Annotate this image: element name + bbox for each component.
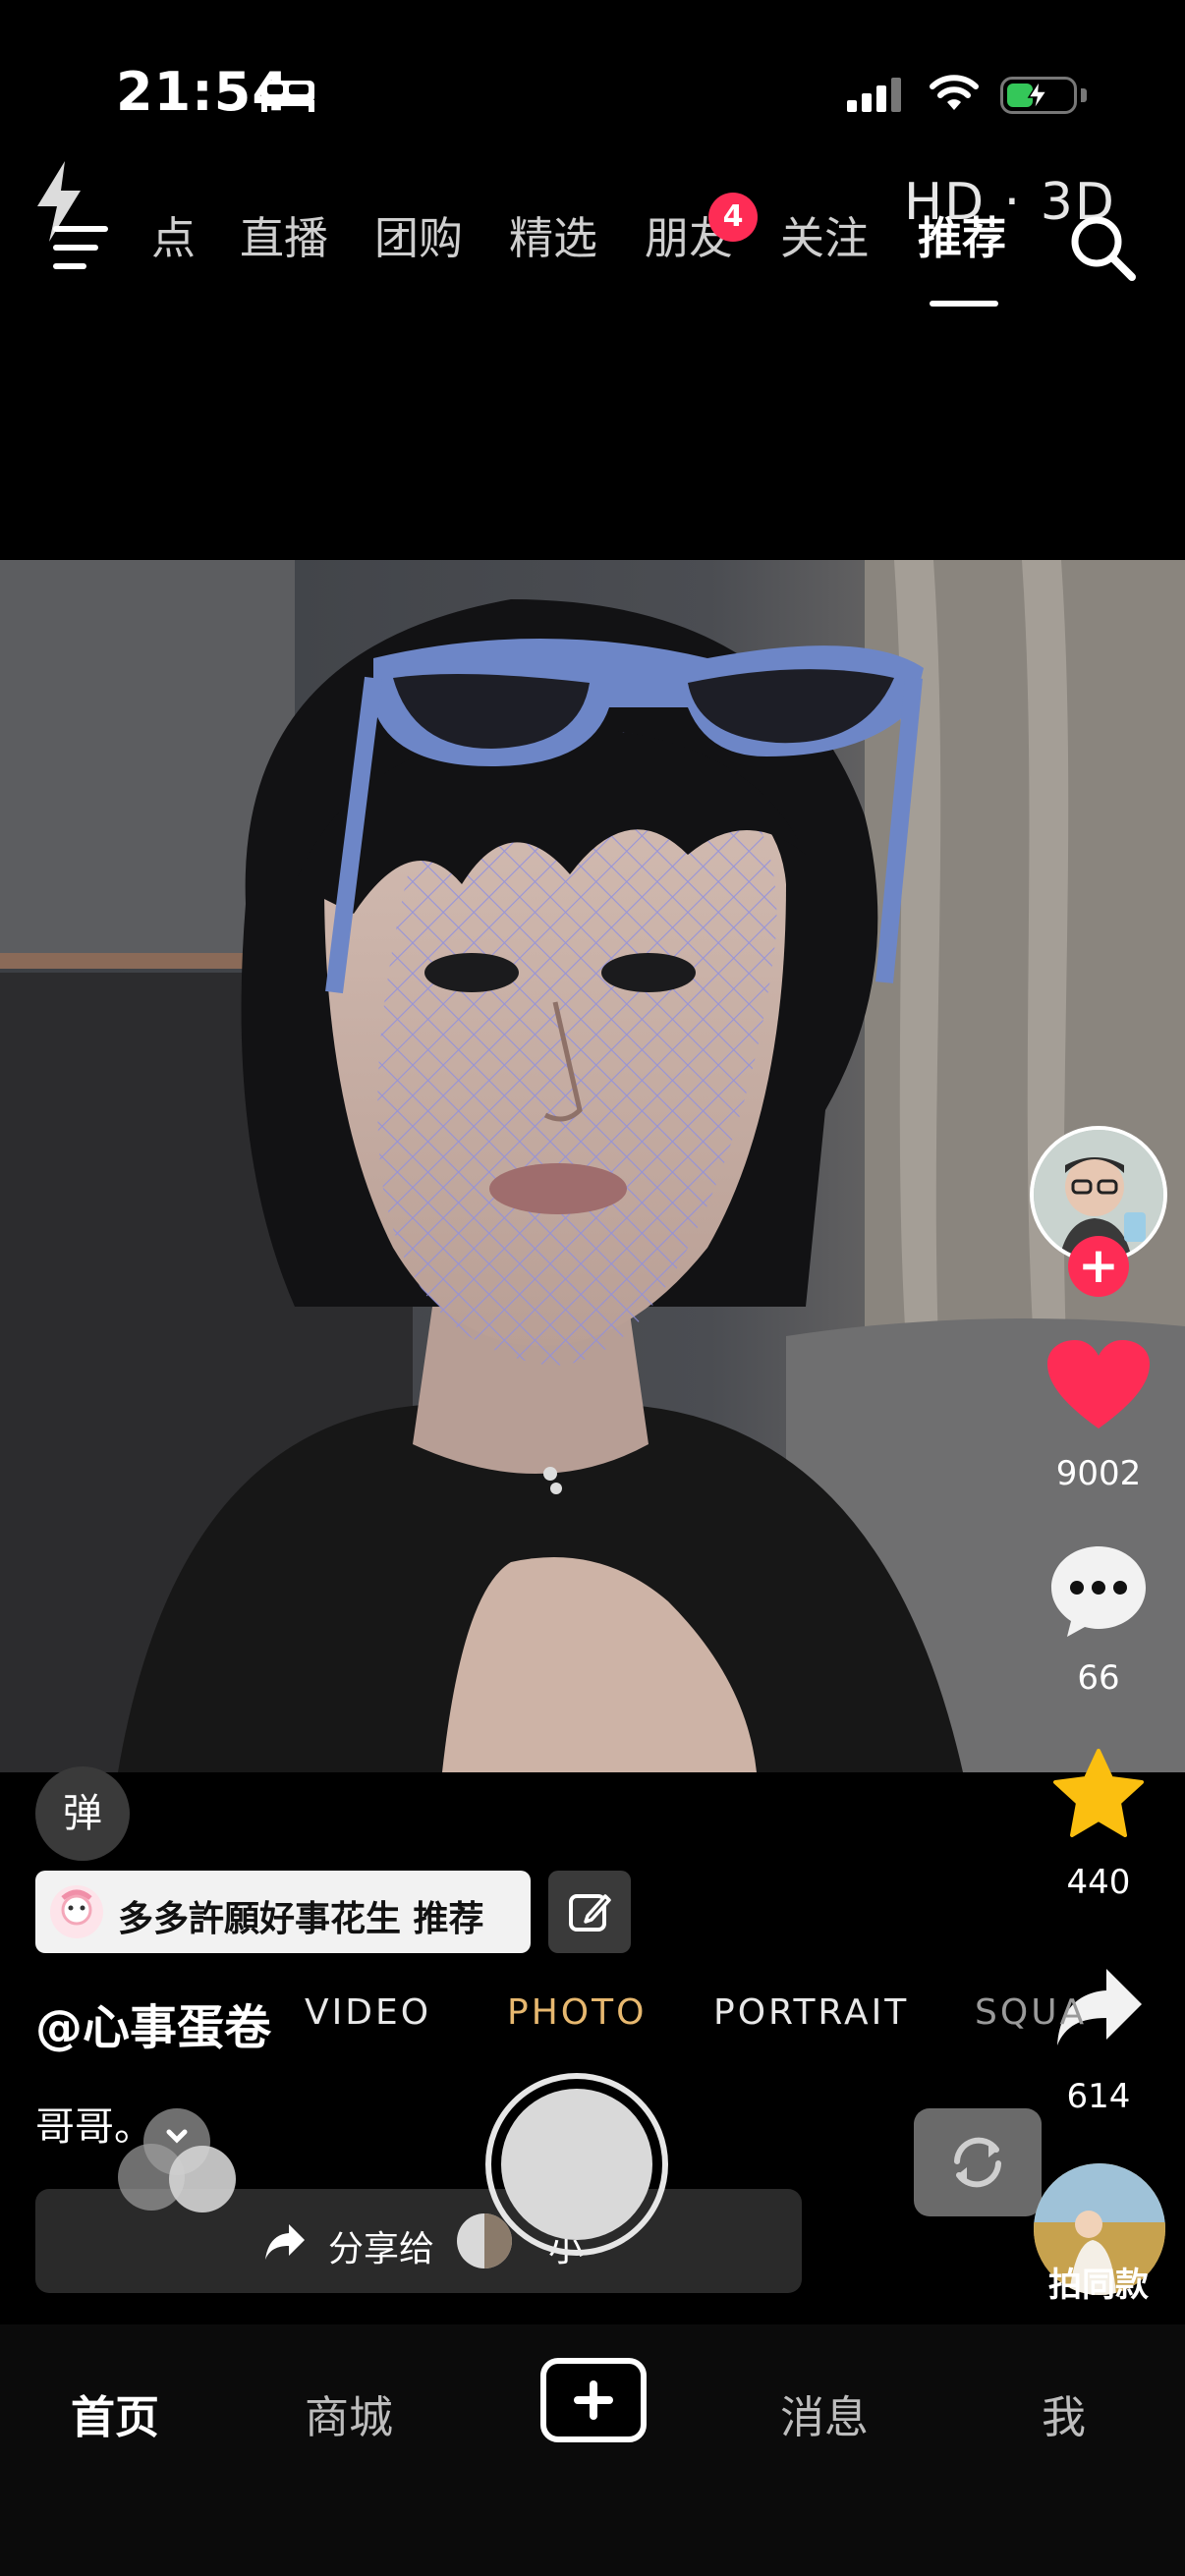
wifi-icon [930,75,979,110]
nav-home[interactable]: 首页 [71,2381,159,2445]
author-name[interactable]: @心事蛋卷 [35,1988,271,2057]
camera-mode-photo[interactable]: PHOTO [507,1992,647,2033]
recommend-tag-text: 多多許願好事花生 推荐 [118,1899,484,1939]
nav-mall[interactable]: 商城 [305,2381,393,2445]
flip-camera-button[interactable] [914,2108,1042,2216]
battery-tip [1081,88,1087,102]
create-post-button[interactable] [540,2358,647,2442]
post-photo[interactable] [0,560,1185,1772]
share-label: 分享给 [328,2229,435,2269]
same-style-label[interactable]: 拍同款 [1012,2258,1185,2306]
favorite-count: 440 [1066,1863,1131,1902]
nav-messages[interactable]: 消息 [780,2381,869,2445]
tag-avatar-icon [50,1885,103,1938]
danmu-toggle-button[interactable]: 弹 [35,1766,130,1861]
edit-pencil-icon [569,1894,611,1932]
sleep-focus-icon [261,81,314,112]
cellular-signal-icon [847,78,901,112]
favorite-star-icon[interactable] [1051,1749,1146,1839]
effects-circles-icon[interactable] [112,2099,246,2216]
camera-mode-square[interactable]: SQUA [975,1992,1087,2033]
tab-featured[interactable]: 精选 [509,216,597,260]
like-count: 9002 [1055,1454,1142,1493]
plus-icon [574,2380,613,2420]
camera-mode-video[interactable]: VIDEO [305,1992,431,2033]
tab-following[interactable]: 关注 [780,216,869,260]
battery-icon [1000,77,1077,114]
shutter-button[interactable] [485,2073,668,2256]
active-tab-indicator [930,301,998,307]
comment-icon[interactable] [1049,1544,1148,1639]
tab-group-buy[interactable]: 团购 [374,216,463,260]
follow-button[interactable]: + [1068,1236,1129,1297]
tab-live[interactable]: 直播 [240,216,328,260]
friends-badge: 4 [708,193,758,242]
recommend-tag[interactable]: 多多許願好事花生 推荐 [35,1871,531,1953]
search-icon[interactable] [1069,214,1138,283]
share-count: 614 [1066,2077,1131,2116]
like-heart-icon[interactable] [1047,1340,1150,1430]
share-small-icon [265,2224,305,2260]
camera-mode-portrait[interactable]: PORTRAIT [713,1992,909,2033]
edit-button[interactable] [548,1871,631,1953]
comment-count: 66 [1077,1658,1120,1698]
flip-camera-icon [954,2137,1001,2188]
portrait-illustration [0,560,1185,1772]
tab-dian[interactable]: 点 [151,216,196,260]
nav-me[interactable]: 我 [1042,2381,1086,2445]
menu-icon[interactable] [53,224,112,271]
